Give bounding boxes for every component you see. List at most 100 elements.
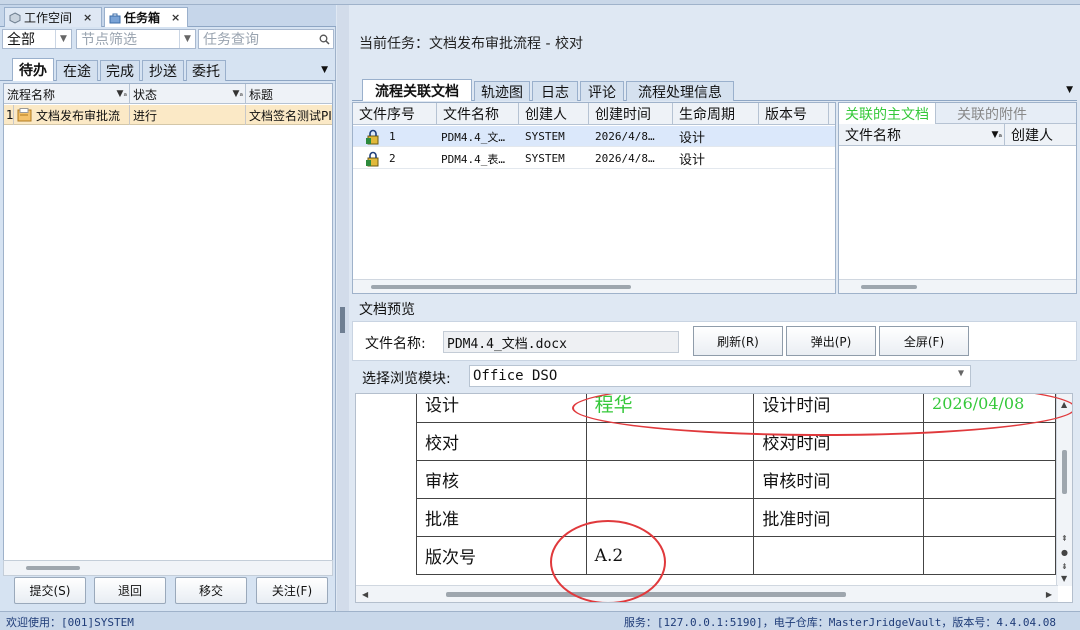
status-tabs: 待办 在途 完成 抄送 委托 ▼	[0, 57, 336, 81]
time-label: 批准时间	[753, 498, 925, 537]
status-welcome: 欢迎使用：[001]SYSTEM	[6, 616, 134, 629]
scrollbar-thumb[interactable]	[371, 285, 631, 289]
column-header[interactable]: 流程名称 ▼ₐ	[4, 84, 130, 104]
tab-comments[interactable]: 评论	[580, 81, 624, 101]
tab-related-docs[interactable]: 流程关联文档	[362, 79, 472, 101]
scroll-left-icon[interactable]: ◀	[362, 590, 368, 599]
file-grid: 文件序号 文件名称 创建人 创建时间 生命周期 版本号 1 PDM4.4_文… …	[352, 102, 836, 294]
table-row[interactable]: 2 PDM4.4_表… SYSTEM 2026/4/8… 设计	[353, 148, 835, 169]
scroll-down-icon[interactable]: ▼	[1061, 574, 1067, 583]
file-lifecycle: 设计	[679, 153, 706, 168]
column-header[interactable]: 创建人	[1005, 124, 1078, 146]
module-select[interactable]: Office DSO ▼	[469, 365, 971, 387]
document-preview[interactable]: 设计 程华 设计时间 2026/04/08 校对 校对时间 审核 审核时间 批准	[355, 393, 1073, 603]
tab-trace-diagram[interactable]: 轨迹图	[474, 81, 530, 101]
tab-main-document[interactable]: 关联的主文档	[839, 103, 936, 124]
chevron-down-icon[interactable]: ▼	[321, 65, 328, 75]
filter-icon[interactable]: ▼ₐ	[992, 130, 1002, 140]
module-row: 选择浏览模块: Office DSO ▼	[352, 362, 1077, 390]
scrollbar-thumb[interactable]	[1062, 450, 1067, 494]
tab-taskbox-label: 任务箱	[124, 11, 161, 25]
file-version	[765, 148, 825, 169]
column-header-label: 流程名称	[7, 87, 56, 102]
scrollbar-thumb[interactable]	[861, 285, 917, 289]
follow-button[interactable]: 关注(F)	[256, 577, 328, 604]
search-icon[interactable]	[319, 34, 330, 45]
assoc-tabs: 关联的主文档 关联的附件	[839, 103, 1076, 124]
tab-taskbox[interactable]: 任务箱 ×	[104, 7, 188, 27]
time-label: 审核时间	[753, 460, 925, 499]
filter-icon[interactable]: ▼ₐ	[233, 89, 243, 99]
file-creator: SYSTEM	[525, 130, 565, 143]
status-server-info: 服务：[127.0.0.1:5190]，电子仓库：MasterJridgeVau…	[623, 616, 1056, 629]
column-header[interactable]: 文件序号	[353, 103, 437, 125]
scroll-right-icon[interactable]: ▶	[1046, 590, 1052, 599]
refresh-button[interactable]: 刷新(R)	[693, 326, 783, 356]
node-filter-select[interactable]: 节点筛选 ▼	[76, 29, 196, 49]
action-buttons: 提交(S) 退回 移交 关注(F)	[0, 577, 336, 611]
column-header[interactable]: 创建时间	[589, 103, 673, 125]
column-header[interactable]: 版本号	[759, 103, 829, 125]
tab-delegate[interactable]: 委托	[186, 60, 226, 81]
horizontal-scrollbar[interactable]	[3, 560, 333, 576]
tab-workspace[interactable]: 工作空间 ×	[4, 7, 102, 27]
file-name: PDM4.4_文…	[441, 130, 505, 144]
preview-toolbar: 文件名称: PDM4.4_文档.docx 刷新(R) 弹出(P) 全屏(F)	[352, 321, 1077, 361]
column-header[interactable]: 文件名称	[437, 103, 519, 125]
column-header[interactable]: 状态 ▼ₐ	[130, 84, 246, 104]
file-name: PDM4.4_表…	[441, 152, 505, 166]
tab-done[interactable]: 完成	[100, 60, 140, 81]
filter-icon[interactable]: ▼ₐ	[117, 89, 127, 99]
panel-splitter[interactable]	[337, 5, 349, 611]
fullscreen-button[interactable]: 全屏(F)	[879, 326, 969, 356]
close-icon[interactable]: ×	[171, 11, 180, 24]
scrollbar-thumb[interactable]	[26, 566, 80, 570]
annotation-ellipse	[550, 520, 666, 602]
submit-button[interactable]: 提交(S)	[14, 577, 86, 604]
tab-todo[interactable]: 待办	[12, 58, 54, 81]
vertical-scrollbar[interactable]: ▲ ⇞ ● ⇟ ▼	[1056, 394, 1072, 586]
time-value	[923, 460, 1056, 499]
chevron-down-icon[interactable]: ▼	[179, 30, 195, 48]
filter-row: 全部 ▼ 节点筛选 ▼ 任务查询	[2, 27, 336, 51]
splitter-grip[interactable]	[340, 307, 345, 333]
column-header-label: 标题	[249, 87, 274, 102]
file-creator: SYSTEM	[525, 152, 565, 165]
chevron-down-icon[interactable]: ▼	[1066, 85, 1073, 95]
page-up-icon[interactable]: ⇞	[1061, 534, 1068, 543]
column-header[interactable]: 创建人	[519, 103, 589, 125]
chevron-down-icon[interactable]: ▼	[55, 30, 71, 48]
time-value	[923, 498, 1056, 537]
column-header[interactable]: 文件名称 ▼ₐ	[839, 124, 1005, 146]
tab-in-transit[interactable]: 在途	[56, 60, 98, 81]
return-button[interactable]: 退回	[94, 577, 166, 604]
tab-attachments[interactable]: 关联的附件	[951, 103, 1033, 124]
file-name-label: 文件名称:	[365, 336, 426, 352]
chevron-down-icon[interactable]: ▼	[958, 368, 964, 379]
tab-log[interactable]: 日志	[532, 81, 578, 101]
row-index: 1	[4, 105, 14, 125]
circle-icon[interactable]: ●	[1061, 548, 1068, 557]
table-row: 批准 批准时间	[416, 498, 1056, 537]
file-created-time: 2026/4/8…	[595, 130, 655, 143]
transfer-button[interactable]: 移交	[175, 577, 247, 604]
task-grid-header: 流程名称 ▼ₐ 状态 ▼ₐ 标题	[4, 84, 332, 104]
file-name-field[interactable]: PDM4.4_文档.docx	[443, 331, 679, 353]
tab-workspace-label: 工作空间	[24, 11, 73, 25]
tab-process-info[interactable]: 流程处理信息	[626, 81, 734, 101]
horizontal-scrollbar[interactable]: ◀ ▶	[356, 585, 1058, 602]
table-row[interactable]: 1 文档发布审批流 进行 文档签名测试PI	[4, 105, 332, 125]
page-down-icon[interactable]: ⇟	[1061, 562, 1068, 571]
tab-cc[interactable]: 抄送	[142, 60, 184, 81]
horizontal-scrollbar[interactable]	[839, 279, 1076, 293]
scope-select[interactable]: 全部 ▼	[2, 29, 72, 49]
row-label: 审核	[416, 460, 587, 499]
column-header[interactable]: 标题	[246, 84, 334, 104]
task-search-input[interactable]: 任务查询	[198, 29, 334, 49]
close-icon[interactable]: ×	[83, 11, 92, 24]
column-header[interactable]: 生命周期	[673, 103, 759, 125]
task-grid: 流程名称 ▼ₐ 状态 ▼ₐ 标题 1 文档发布审批流 进行 文档签名测试PI	[3, 83, 333, 561]
horizontal-scrollbar[interactable]	[353, 279, 835, 293]
popout-button[interactable]: 弹出(P)	[786, 326, 876, 356]
table-row[interactable]: 1 PDM4.4_文… SYSTEM 2026/4/8… 设计	[353, 126, 835, 147]
